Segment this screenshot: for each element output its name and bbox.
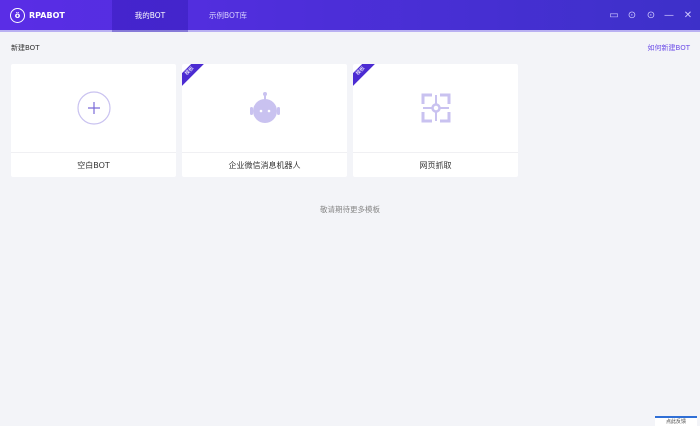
feedback-button[interactable]: 点此反馈	[655, 416, 697, 426]
app-title: RPABOT	[29, 11, 65, 20]
card-label: 空白BOT	[11, 152, 176, 177]
section-title: 新建BOT	[11, 44, 40, 52]
tab-my-bot[interactable]: 我的BOT	[112, 0, 188, 32]
tab-example-bot-library[interactable]: 示例BOT库	[188, 0, 268, 32]
card-label: 企业微信消息机器人	[182, 152, 347, 177]
app-logo: ö RPABOT	[10, 8, 65, 23]
template-badge: 模板	[182, 64, 209, 91]
minimize-icon[interactable]: —	[663, 10, 675, 22]
more-templates-note: 敬请期待更多模板	[320, 205, 380, 214]
logo-icon: ö	[10, 8, 25, 23]
title-bar: ö RPABOT 我的BOT 示例BOT库 ▭ ⊙ ⊙ — ✕	[0, 0, 700, 32]
crosshair-icon	[421, 93, 450, 123]
how-to-create-bot-link[interactable]: 如何新建BOT	[648, 43, 690, 53]
close-icon[interactable]: ✕	[682, 10, 694, 22]
card-wecom-bot[interactable]: 模板 企业微信消息机器人	[182, 64, 347, 177]
robot-icon	[249, 92, 280, 123]
chat-icon[interactable]: ▭	[608, 10, 620, 22]
template-badge: 模板	[353, 64, 380, 91]
info-icon[interactable]: ⊙	[645, 10, 657, 22]
help-icon[interactable]: ⊙	[626, 10, 638, 22]
card-web-scraping[interactable]: 模板 网页抓取	[353, 64, 518, 177]
card-label: 网页抓取	[353, 152, 518, 177]
card-blank-bot[interactable]: 空白BOT	[11, 64, 176, 177]
plus-icon	[76, 91, 111, 125]
